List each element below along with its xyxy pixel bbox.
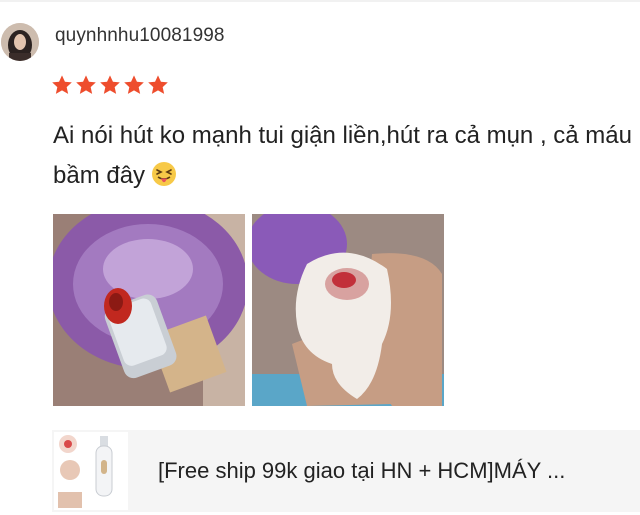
star-icon [100,75,120,94]
product-title[interactable]: [Free ship 99k giao tại HN + HCM]MÁY ... [158,458,628,484]
star-rating [51,74,169,96]
star-icon [148,75,168,94]
avatar[interactable] [1,23,39,61]
star-icon [52,75,72,94]
squinting-tongue-emoji-icon [152,162,177,186]
review-body: Ai nói hút ko mạnh tui giận liền,hút ra … [53,122,632,189]
star-icon [124,75,144,94]
review-text: Ai nói hút ko mạnh tui giận liền,hút ra … [53,116,633,196]
star-icon [76,75,96,94]
product-thumbnail [54,432,128,510]
review-photo-tissue[interactable] [252,214,444,406]
review-photo-device[interactable] [53,214,245,406]
top-divider [0,0,640,2]
product-card[interactable]: [Free ship 99k giao tại HN + HCM]MÁY ... [52,430,640,512]
reviewer-username[interactable]: quynhnhu10081998 [55,25,225,47]
